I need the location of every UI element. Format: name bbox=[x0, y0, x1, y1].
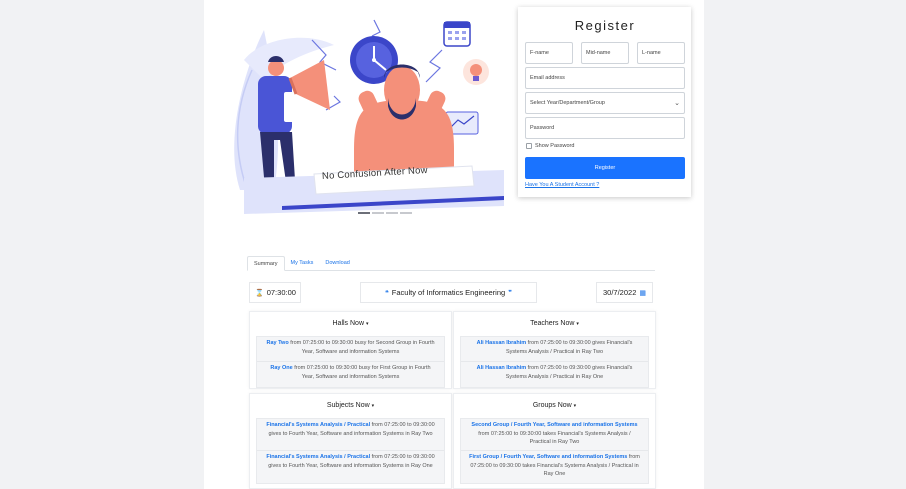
carousel-indicator[interactable] bbox=[358, 212, 370, 214]
caret-down-icon: ▾ bbox=[576, 321, 579, 327]
teacher-name[interactable]: Ali Hassan Ibrahim bbox=[477, 340, 527, 346]
year-department-group-select[interactable]: Select Year/Department/Group ⌄ bbox=[525, 92, 685, 114]
group-name[interactable]: Second Group / Fourth Year, Software and… bbox=[471, 422, 637, 428]
tab-download[interactable]: Download bbox=[319, 256, 355, 271]
carousel-indicators bbox=[358, 212, 412, 214]
group-detail: from 07:25:00 to 09:30:00 takes Financia… bbox=[478, 430, 631, 446]
list-item: Financial's Systems Analysis / Practical… bbox=[257, 419, 444, 451]
time-value: 07:30:00 bbox=[266, 288, 296, 297]
hero-carousel: No Confusion After Now bbox=[204, 0, 504, 222]
teachers-now-dropdown[interactable]: Teachers Now ▾ bbox=[460, 312, 649, 336]
groups-title: Groups Now bbox=[532, 402, 572, 409]
groups-now-panel: Groups Now ▾ Second Group / Fourth Year,… bbox=[453, 393, 656, 489]
confused-person-illustration bbox=[204, 19, 504, 222]
list-item: Financial's Systems Analysis / Practical… bbox=[257, 451, 444, 483]
subjects-title: Subjects Now bbox=[326, 402, 370, 409]
hall-name[interactable]: Ray One bbox=[270, 365, 292, 371]
show-password-checkbox[interactable] bbox=[526, 143, 532, 149]
list-item: First Group / Fourth Year, Software and … bbox=[461, 451, 648, 483]
group-name[interactable]: First Group / Fourth Year, Software and … bbox=[469, 454, 627, 460]
calendar-icon: ▦ bbox=[639, 289, 646, 297]
teachers-now-panel: Teachers Now ▾ Ali Hassan Ibrahim from 0… bbox=[453, 311, 656, 389]
list-item: Ray One from 07:25:00 to 09:30:00 busy f… bbox=[257, 362, 444, 387]
caret-down-icon: ▾ bbox=[365, 321, 369, 327]
quote-close-icon: ❞ bbox=[508, 289, 512, 297]
list-item: Ray Two from 07:25:00 to 09:30:00 busy f… bbox=[257, 337, 444, 362]
caret-down-icon: ▾ bbox=[573, 403, 577, 409]
subjects-list: Financial's Systems Analysis / Practical… bbox=[256, 418, 445, 484]
carousel-indicator[interactable] bbox=[400, 212, 412, 214]
list-item: Ali Hassan Ibrahim from 07:25:00 to 09:3… bbox=[461, 362, 648, 387]
password-input[interactable]: Password bbox=[525, 117, 685, 139]
last-name-input[interactable]: L-name bbox=[637, 42, 685, 64]
carousel-indicator[interactable] bbox=[372, 212, 384, 214]
student-account-link[interactable]: Have You A Student Account ? bbox=[525, 182, 685, 188]
summary-tabs: Summary My Tasks Download bbox=[247, 256, 655, 271]
show-password-label: Show Password bbox=[535, 143, 575, 149]
hourglass-icon: ⌛ bbox=[255, 289, 264, 297]
subject-name[interactable]: Financial's Systems Analysis / Practical bbox=[266, 454, 370, 460]
register-button[interactable]: Register bbox=[525, 157, 685, 179]
select-label: Select Year/Department/Group bbox=[530, 100, 605, 106]
faculty-value: Faculty of Informatics Engineering bbox=[391, 288, 506, 297]
register-title: Register bbox=[574, 18, 636, 33]
date-value: 30/7/2022 bbox=[603, 288, 637, 297]
email-input[interactable]: Email address bbox=[525, 67, 685, 89]
name-row: F-name Mid-name L-name bbox=[525, 42, 685, 64]
list-item: Ali Hassan Ibrahim from 07:25:00 to 09:3… bbox=[461, 337, 648, 362]
current-date: 30/7/2022 ▦ bbox=[596, 282, 653, 303]
subject-name[interactable]: Financial's Systems Analysis / Practical bbox=[266, 422, 370, 428]
hall-detail: from 07:25:00 to 09:30:00 busy for Secon… bbox=[288, 340, 435, 355]
page: No Confusion After Now Register F-name M… bbox=[204, 0, 704, 489]
hall-name[interactable]: Ray Two bbox=[266, 340, 288, 346]
teachers-list: Ali Hassan Ibrahim from 07:25:00 to 09:3… bbox=[460, 336, 649, 388]
groups-now-dropdown[interactable]: Groups Now ▾ bbox=[460, 394, 649, 418]
first-name-input[interactable]: F-name bbox=[525, 42, 573, 64]
teachers-title: Teachers Now bbox=[530, 320, 575, 327]
show-password-toggle[interactable]: Show Password bbox=[526, 142, 685, 150]
list-item: Second Group / Fourth Year, Software and… bbox=[461, 419, 648, 451]
subjects-now-panel: Subjects Now ▾ Financial's Systems Analy… bbox=[249, 393, 452, 489]
chevron-down-icon: ⌄ bbox=[674, 100, 680, 107]
groups-list: Second Group / Fourth Year, Software and… bbox=[460, 418, 649, 484]
tab-summary[interactable]: Summary bbox=[247, 256, 285, 271]
halls-title: Halls Now bbox=[332, 320, 365, 327]
halls-now-dropdown[interactable]: Halls Now ▾ bbox=[256, 312, 445, 336]
halls-list: Ray Two from 07:25:00 to 09:30:00 busy f… bbox=[256, 336, 445, 388]
tab-my-tasks[interactable]: My Tasks bbox=[285, 256, 320, 271]
teacher-name[interactable]: Ali Hassan Ibrahim bbox=[477, 365, 527, 371]
quote-open-icon: ❝ bbox=[385, 289, 389, 297]
subjects-now-dropdown[interactable]: Subjects Now ▾ bbox=[256, 394, 445, 418]
current-time: ⌛ 07:30:00 bbox=[249, 282, 301, 303]
faculty-name: ❝ Faculty of Informatics Engineering ❞ bbox=[360, 282, 537, 303]
register-card: Register F-name Mid-name L-name Email ad… bbox=[518, 7, 691, 197]
halls-now-panel: Halls Now ▾ Ray Two from 07:25:00 to 09:… bbox=[249, 311, 452, 389]
carousel-indicator[interactable] bbox=[386, 212, 398, 214]
caret-down-icon: ▾ bbox=[371, 403, 375, 409]
hall-detail: from 07:25:00 to 09:30:00 busy for First… bbox=[292, 365, 431, 380]
mid-name-input[interactable]: Mid-name bbox=[581, 42, 629, 64]
